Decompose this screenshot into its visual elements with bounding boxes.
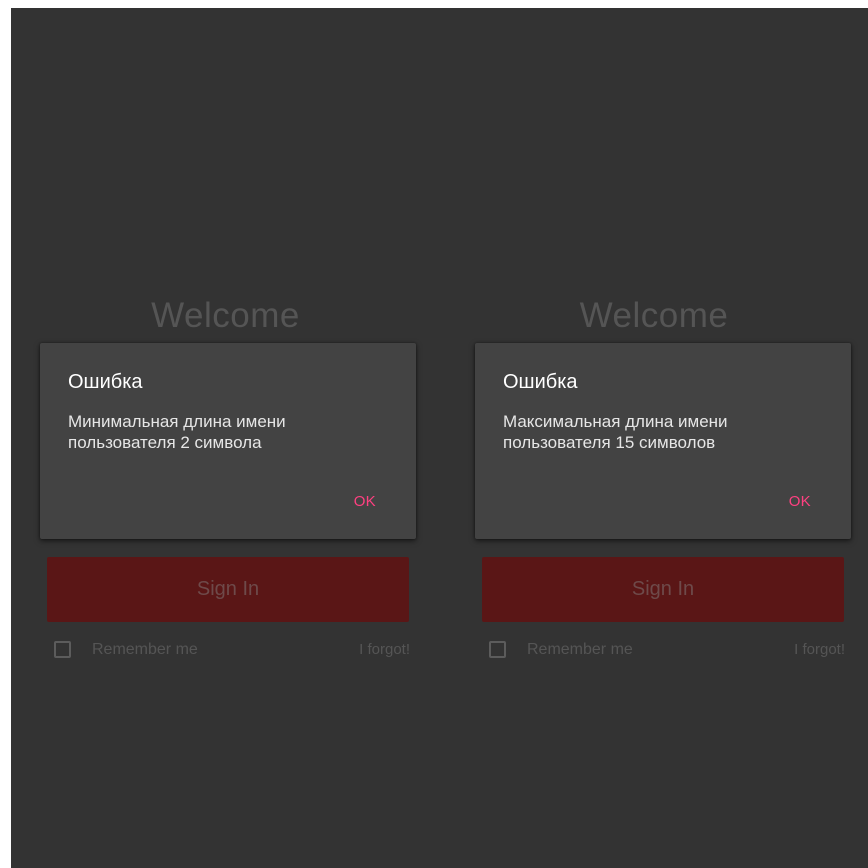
remember-me-label: Remember me (527, 641, 633, 658)
dialog-ok-button[interactable]: OK (354, 493, 376, 510)
login-screen-min-length: Welcome Sign In Remember me I forgot! Ош… (11, 8, 440, 868)
welcome-title: Welcome (151, 296, 300, 335)
forgot-password-link[interactable]: I forgot! (359, 641, 410, 658)
dialog-title: Ошибка (503, 371, 578, 393)
remember-row: Remember me I forgot! (54, 640, 410, 662)
dialog-message: Максимальная длина имени пользователя 15… (503, 412, 728, 452)
error-dialog: Ошибка Минимальная длина имени пользоват… (40, 343, 416, 539)
error-dialog: Ошибка Максимальная длина имени пользова… (475, 343, 851, 539)
dialog-ok-button[interactable]: OK (789, 493, 811, 510)
sign-in-button[interactable]: Sign In (482, 557, 844, 622)
forgot-password-link[interactable]: I forgot! (794, 641, 845, 658)
remember-me-checkbox[interactable] (54, 641, 71, 658)
dialog-title: Ошибка (68, 371, 143, 393)
remember-row: Remember me I forgot! (489, 640, 845, 662)
welcome-title: Welcome (579, 296, 729, 335)
login-screen-max-length: Welcome Sign In Remember me I forgot! Ош… (440, 8, 868, 868)
remember-me-label: Remember me (92, 641, 198, 658)
dialog-message: Минимальная длина имени пользователя 2 с… (68, 412, 286, 452)
sign-in-button[interactable]: Sign In (47, 557, 409, 622)
screenshot-canvas: Welcome Sign In Remember me I forgot! Ош… (0, 0, 868, 868)
remember-me-checkbox[interactable] (489, 641, 506, 658)
